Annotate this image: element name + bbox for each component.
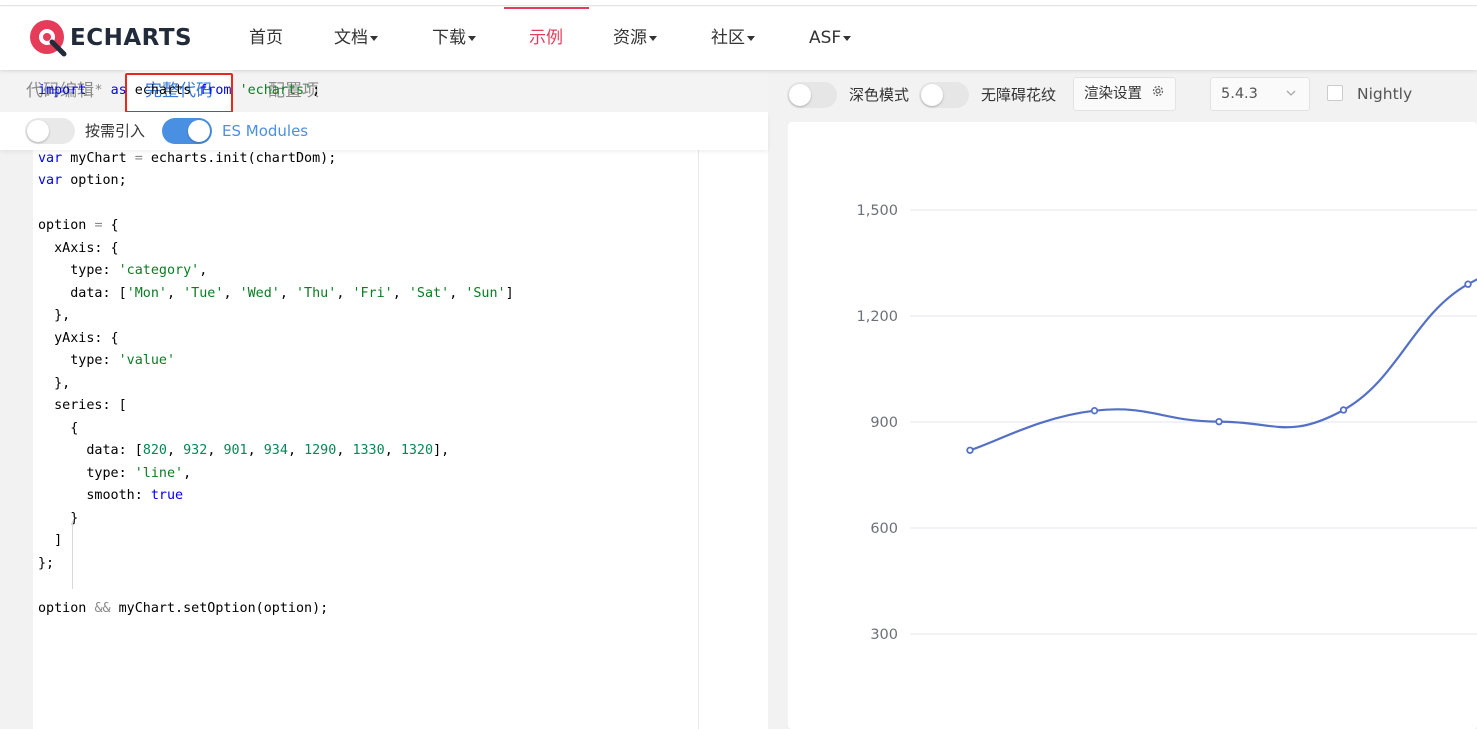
on-demand-import-switch[interactable]	[25, 118, 75, 144]
caret-down-icon	[843, 35, 852, 41]
switch-knob	[188, 120, 210, 142]
y-tick-label: 1,500	[856, 203, 898, 219]
caret-down-icon	[370, 35, 378, 41]
nav-label: ASF	[809, 28, 842, 48]
code-ruler	[698, 150, 699, 729]
echarts-logo[interactable]: ECHARTS	[28, 18, 192, 58]
y-tick-label: 600	[870, 521, 898, 537]
y-tick-label: 1,200	[856, 309, 898, 325]
code-line: smooth: true	[38, 488, 184, 503]
code-line: data: [820, 932, 901, 934, 1290, 1330, 1…	[38, 443, 450, 458]
top-navbar: ECHARTS 首页 文档 下载 示例 资源 社区 ASF	[0, 7, 1477, 70]
code-line: },	[38, 308, 71, 323]
code-line: series: [	[38, 398, 127, 413]
code-line: type: 'line',	[38, 465, 192, 481]
code-line: type: 'category',	[38, 263, 208, 278]
editor-toggles: 按需引入 ES Modules	[0, 112, 768, 150]
data-point-tue[interactable]	[1090, 406, 1099, 415]
nav-item-community[interactable]: 社区	[711, 7, 755, 70]
code-line: ]	[38, 533, 63, 548]
code-line: {	[38, 420, 79, 436]
line-chart[interactable]: 300 600 900 1,200 1,500	[788, 122, 1477, 729]
code-line: var myChart = echarts.init(chartDom);	[38, 150, 337, 166]
version-select[interactable]: 5.4.3	[1210, 77, 1310, 111]
switch-knob	[789, 84, 811, 106]
code-line: option = {	[38, 218, 119, 233]
nav-item-examples[interactable]: 示例	[529, 7, 563, 70]
render-settings-label: 渲染设置	[1084, 86, 1142, 102]
code-line: }	[38, 510, 79, 526]
dark-mode-label: 深色模式	[849, 86, 910, 104]
on-demand-import-label: 按需引入	[85, 122, 146, 140]
code-line: data: ['Mon', 'Tue', 'Wed', 'Thu', 'Fri'…	[38, 285, 514, 301]
caret-down-icon	[649, 35, 657, 41]
y-tick-label: 300	[870, 627, 898, 643]
version-value: 5.4.3	[1221, 86, 1258, 102]
series-line	[969, 278, 1477, 452]
code-area[interactable]: import * as echarts from 'echarts'; var …	[38, 80, 698, 659]
nav-label: 下载	[432, 28, 466, 48]
nav-item-download[interactable]: 下载	[432, 7, 476, 70]
chevron-down-icon	[1285, 78, 1297, 122]
dark-mode-switch[interactable]	[787, 82, 837, 108]
code-line: option && myChart.setOption(option);	[38, 600, 329, 616]
logo-text: ECHARTS	[70, 25, 193, 51]
nav-item-resources[interactable]: 资源	[613, 7, 657, 70]
nav-item-docs[interactable]: 文档	[334, 7, 378, 70]
editor-gutter	[0, 150, 33, 729]
indent-guide	[72, 521, 73, 589]
switch-knob	[27, 120, 49, 142]
data-point-mon[interactable]	[966, 446, 974, 454]
nav-label: 首页	[249, 28, 283, 48]
nav-label: 文档	[334, 28, 368, 48]
aria-pattern-switch[interactable]	[919, 82, 969, 108]
data-point-wed[interactable]	[1215, 417, 1223, 426]
nav-item-asf[interactable]: ASF	[809, 7, 852, 70]
es-modules-label: ES Modules	[222, 122, 309, 140]
data-point-thu[interactable]	[1339, 406, 1348, 414]
data-point-fri[interactable]	[1464, 280, 1472, 288]
nav-item-home[interactable]: 首页	[249, 7, 283, 70]
y-tick-label: 900	[870, 415, 898, 431]
nav-label: 社区	[711, 28, 745, 48]
nav-label: 示例	[529, 28, 563, 48]
code-line: import * as echarts from 'echarts';	[38, 83, 321, 98]
code-line: };	[38, 555, 55, 571]
gear-icon	[1151, 78, 1165, 110]
code-line: xAxis: {	[38, 240, 119, 256]
browser-top-edge	[0, 0, 1477, 6]
caret-down-icon	[468, 35, 476, 41]
nightly-checkbox[interactable]	[1327, 85, 1343, 101]
code-line: type: 'value'	[38, 353, 176, 368]
switch-knob	[921, 84, 943, 106]
code-line: },	[38, 375, 71, 391]
aria-pattern-label: 无障碍花纹	[981, 86, 1057, 104]
code-line: yAxis: {	[38, 330, 119, 346]
nav-label: 资源	[613, 28, 647, 48]
es-modules-switch[interactable]	[162, 118, 212, 144]
caret-down-icon	[747, 35, 755, 41]
echarts-logo-icon	[30, 20, 67, 57]
nightly-label: Nightly	[1357, 85, 1413, 103]
render-settings-button[interactable]: 渲染设置	[1073, 77, 1176, 111]
code-line: var option;	[38, 173, 127, 188]
